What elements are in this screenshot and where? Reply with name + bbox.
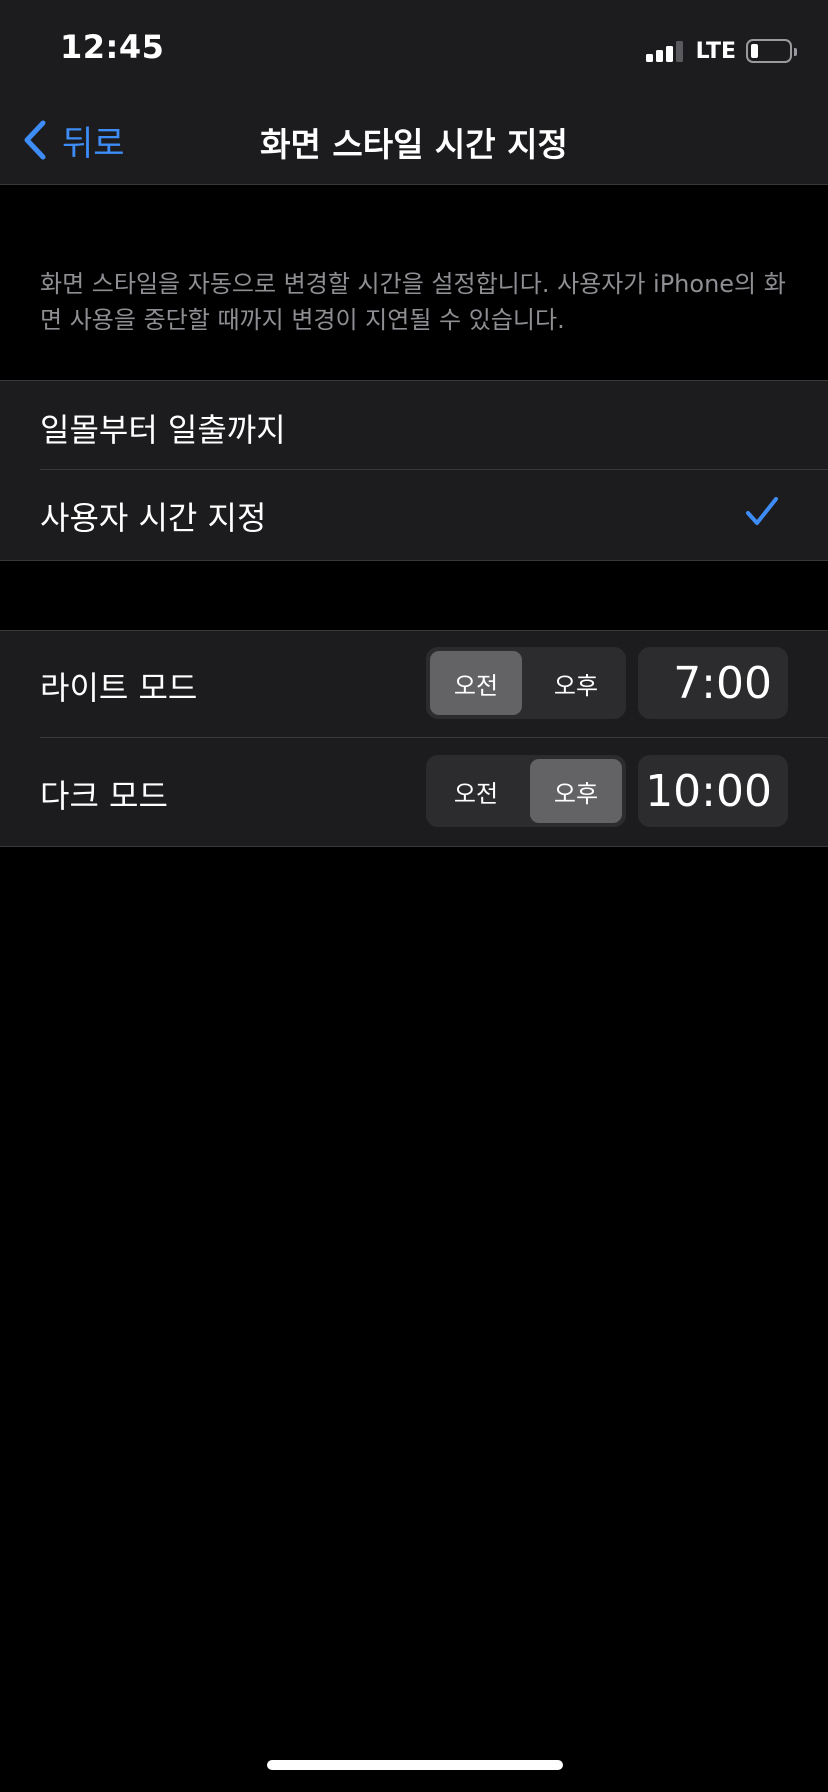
- light-mode-label: 라이트 모드: [40, 669, 198, 707]
- option-custom-schedule[interactable]: 사용자 시간 지정: [0, 470, 828, 560]
- cellular-signal-icon: [645, 40, 686, 62]
- navigation-bar: 뒤로 화면 스타일 시간 지정: [0, 100, 828, 180]
- dark-mode-label: 다크 모드: [40, 777, 168, 815]
- light-mode-time-field[interactable]: 7:00: [638, 647, 788, 719]
- header-divider: [0, 184, 828, 185]
- checkmark-icon: [746, 497, 778, 525]
- page-title: 화면 스타일 시간 지정: [260, 125, 568, 164]
- light-mode-pm-option[interactable]: 오후: [530, 651, 622, 715]
- dark-mode-pm-option[interactable]: 오후: [530, 759, 622, 823]
- dark-mode-time-field[interactable]: 10:00: [638, 755, 788, 827]
- dark-mode-am-pm-segmented-control: 오전 오후: [426, 755, 626, 827]
- status-indicators: LTE: [645, 36, 797, 66]
- custom-schedule-group: 라이트 모드 오전 오후 7:00 다크 모드 오전 오후 10:00: [0, 630, 828, 847]
- option-label: 일몰부터 일출까지: [40, 411, 286, 449]
- description-text: 화면 스타일을 자동으로 변경할 시간을 설정합니다. 사용자가 iPhone의…: [40, 270, 786, 334]
- screen: 12:45 LTE 뒤로 화면 스타일 시간 지정 화면 스타일을 자동으로 변…: [0, 0, 828, 1792]
- network-type-label: LTE: [695, 38, 736, 64]
- status-time: 12:45: [60, 28, 165, 66]
- light-mode-row: 라이트 모드 오전 오후 7:00: [0, 630, 828, 738]
- header-area: 12:45 LTE 뒤로 화면 스타일 시간 지정: [0, 0, 828, 185]
- option-sunset-to-sunrise[interactable]: 일몰부터 일출까지: [0, 380, 828, 470]
- schedule-options-group: 일몰부터 일출까지 사용자 시간 지정: [0, 380, 828, 561]
- dark-mode-am-option[interactable]: 오전: [430, 759, 522, 823]
- light-mode-am-pm-segmented-control: 오전 오후: [426, 647, 626, 719]
- option-label: 사용자 시간 지정: [40, 499, 267, 537]
- dark-mode-row: 다크 모드 오전 오후 10:00: [0, 738, 828, 846]
- light-mode-am-option[interactable]: 오전: [430, 651, 522, 715]
- home-indicator[interactable]: [267, 1760, 563, 1770]
- battery-icon: [746, 39, 797, 63]
